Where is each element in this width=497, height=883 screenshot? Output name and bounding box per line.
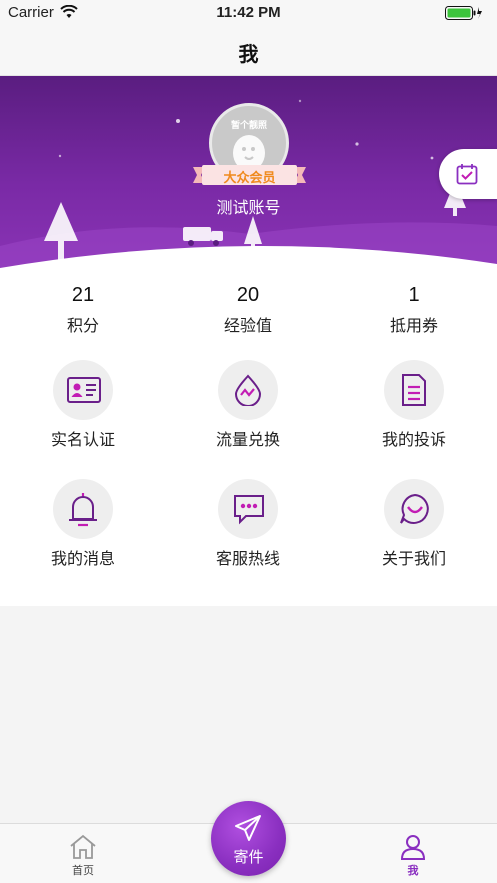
stat-experience[interactable]: 20 经验值 xyxy=(178,282,318,336)
page-title: 我 xyxy=(238,44,259,66)
feature-data-exchange[interactable]: 流量兑换 xyxy=(188,360,308,450)
feature-about-us[interactable]: 关于我们 xyxy=(354,479,474,569)
stat-coupons[interactable]: 1 抵用券 xyxy=(344,282,484,336)
navigation-bar: 我 xyxy=(0,26,497,76)
account-panel: 21 积分 20 经验值 1 抵用券 实名认证 流量兑换 我的投诉 我的消息 客… xyxy=(0,276,497,606)
person-icon xyxy=(400,835,426,860)
feature-label: 我的消息 xyxy=(50,551,115,568)
member-level-badge: 大众会员 xyxy=(193,165,306,185)
id-card-icon xyxy=(67,377,101,403)
tab-label: 首页 xyxy=(72,865,94,877)
stat-value: 20 xyxy=(236,284,260,306)
tab-me[interactable]: 我 xyxy=(373,824,453,883)
account-name: 测试账号 xyxy=(216,200,281,217)
send-package-button[interactable]: 寄件 xyxy=(211,801,286,876)
tab-home[interactable]: 首页 xyxy=(43,824,123,883)
feature-label: 实名认证 xyxy=(50,432,115,449)
tab-label: 我 xyxy=(407,865,419,877)
send-package-label: 寄件 xyxy=(233,849,264,866)
stat-label: 积分 xyxy=(66,318,99,335)
feature-label: 关于我们 xyxy=(381,551,446,568)
stat-value: 21 xyxy=(71,284,95,306)
stat-label: 抵用券 xyxy=(389,318,438,335)
smile-icon xyxy=(400,493,429,524)
clock: 11:42 PM xyxy=(216,4,281,21)
data-drop-icon xyxy=(234,374,262,406)
feature-real-name-auth[interactable]: 实名认证 xyxy=(23,360,143,450)
calendar-check-icon xyxy=(456,164,478,185)
chat-bubble-icon xyxy=(234,495,264,525)
paper-plane-icon xyxy=(235,815,261,841)
bell-icon xyxy=(69,493,97,527)
feature-label: 客服热线 xyxy=(215,551,280,568)
feature-label: 我的投诉 xyxy=(381,432,446,449)
feature-my-messages[interactable]: 我的消息 xyxy=(23,479,143,569)
stat-label: 经验值 xyxy=(223,318,272,335)
feature-label: 流量兑换 xyxy=(215,432,280,449)
feature-service-hotline[interactable]: 客服热线 xyxy=(188,479,308,569)
status-bar: Carrier 11:42 PM xyxy=(0,0,497,26)
battery-icon xyxy=(445,6,482,20)
profile-header: 暂个靓照 大众会员 测试账号 xyxy=(0,76,497,276)
stat-value: 1 xyxy=(408,284,420,306)
stats-row: 21 积分 20 经验值 1 抵用券 xyxy=(0,282,497,342)
home-icon xyxy=(70,834,96,859)
document-icon xyxy=(402,374,426,406)
feature-my-complaints[interactable]: 我的投诉 xyxy=(354,360,474,450)
member-level-label: 大众会员 xyxy=(223,170,276,185)
stat-points[interactable]: 21 积分 xyxy=(13,282,153,336)
checkin-button[interactable] xyxy=(439,149,497,199)
